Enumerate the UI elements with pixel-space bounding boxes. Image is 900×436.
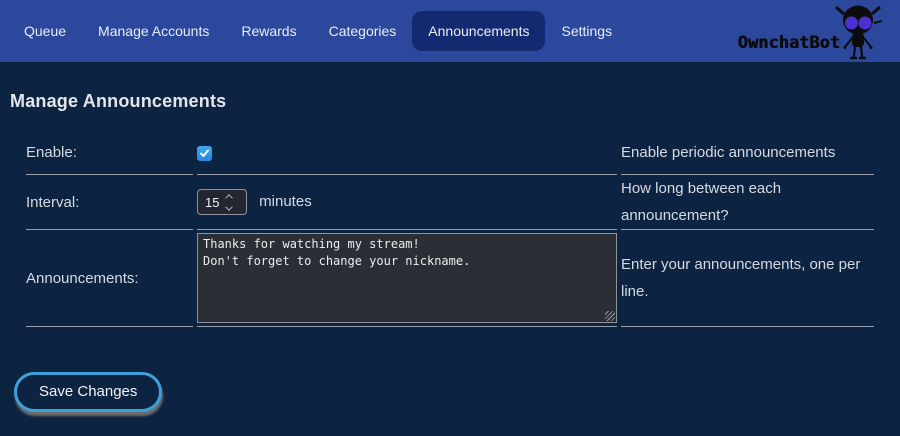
save-changes-button[interactable]: Save Changes (14, 372, 162, 412)
announcements-label: Announcements: (26, 270, 139, 287)
nav-item-announcements[interactable]: Announcements (412, 11, 545, 51)
interval-row: Interval: minutes How long between each … (26, 175, 874, 230)
robot-mascot-icon (830, 2, 886, 60)
interval-spinner[interactable] (226, 195, 234, 210)
interval-help-text: How long between each announcement? (621, 180, 781, 224)
announcements-row: Announcements: Enter your announcements,… (26, 230, 874, 327)
resize-handle[interactable] (605, 311, 615, 321)
nav-item-manage-accounts[interactable]: Manage Accounts (82, 11, 225, 51)
enable-checkbox[interactable] (197, 146, 212, 161)
nav-item-categories[interactable]: Categories (313, 11, 413, 51)
nav-item-settings[interactable]: Settings (545, 11, 628, 51)
spinner-up-icon[interactable] (225, 194, 233, 202)
interval-input-wrapper (197, 189, 247, 215)
enable-row: Enable: Enable periodic announcements (26, 131, 874, 175)
interval-input[interactable] (198, 195, 226, 210)
nav-item-rewards[interactable]: Rewards (225, 11, 312, 51)
announcements-settings-table: Enable: Enable periodic announcements In… (22, 131, 878, 327)
announcements-textarea[interactable] (197, 233, 617, 323)
brand-name: OwnchatBot (738, 33, 840, 53)
brand-logo: OwnchatBot (738, 0, 886, 62)
checkmark-icon (199, 148, 210, 159)
page-title: Manage Announcements (10, 91, 900, 112)
top-navbar: Queue Manage Accounts Rewards Categories… (0, 0, 900, 62)
enable-label: Enable: (26, 144, 77, 161)
interval-label: Interval: (26, 194, 79, 211)
nav-item-queue[interactable]: Queue (8, 11, 82, 51)
spinner-down-icon[interactable] (225, 203, 233, 211)
announcements-help-text: Enter your announcements, one per line. (621, 256, 860, 300)
interval-unit-label: minutes (259, 193, 312, 210)
enable-help-text: Enable periodic announcements (621, 144, 835, 161)
